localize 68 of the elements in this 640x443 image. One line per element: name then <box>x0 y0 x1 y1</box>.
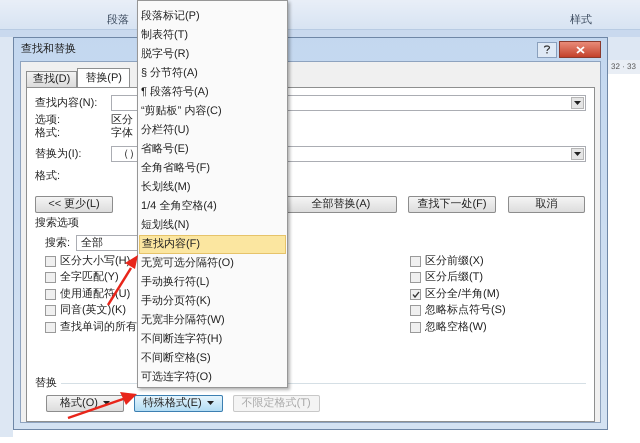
dialog-button[interactable]: << 更少(L) <box>35 196 113 213</box>
checkbox[interactable] <box>45 256 56 267</box>
field-label: 选项: <box>35 115 62 126</box>
section-title: 搜索选项 <box>35 218 79 229</box>
field-label: 替换为(I): <box>35 148 82 160</box>
close-button[interactable] <box>559 41 601 58</box>
menu-item[interactable]: § 分节符(A) <box>139 64 286 83</box>
checkbox-label: 全字匹配(Y) <box>60 272 119 284</box>
window-title: 查找和替换 <box>21 44 76 55</box>
caret-icon <box>206 401 214 405</box>
menu-item[interactable]: 脱字号(R) <box>139 45 286 64</box>
menu-item[interactable]: 全角省略号(F) <box>139 159 286 178</box>
caret-icon <box>574 101 581 105</box>
checkbox-label: 区分全/半角(M) <box>425 288 500 300</box>
menu-item[interactable]: 段落标记(P) <box>139 7 286 26</box>
menu-item[interactable]: 制表符(T) <box>139 26 286 45</box>
checkbox[interactable] <box>410 272 421 284</box>
menu-item[interactable]: 不间断空格(S) <box>139 349 286 368</box>
format-button[interactable]: 特殊格式(E) <box>134 394 223 412</box>
ruler-numbers: 32 · 33 <box>611 63 636 71</box>
help-button[interactable] <box>537 42 557 58</box>
menu-item[interactable]: 分栏符(U) <box>139 121 286 140</box>
dialog-button[interactable]: 取消 <box>508 196 585 213</box>
dialog-button[interactable]: 查找下一处(F) <box>408 196 496 213</box>
menu-item[interactable]: 手动分页符(K) <box>139 292 286 311</box>
checkbox-label: 区分前缀(X) <box>425 256 484 267</box>
ribbon-group-label: 样式 <box>570 15 592 26</box>
menu-item[interactable]: 短划线(N) <box>139 216 286 235</box>
caret-icon <box>574 152 581 156</box>
field-label: 查找内容(N): <box>35 98 98 108</box>
format-button[interactable]: 格式(O) <box>46 394 124 412</box>
checkbox[interactable] <box>45 288 56 300</box>
tab[interactable]: 替换(P) <box>77 68 130 87</box>
caret-icon <box>102 401 110 405</box>
field-label: 格式: <box>35 170 60 182</box>
menu-item[interactable]: 无宽可选分隔符(O) <box>139 254 286 273</box>
checkbox[interactable] <box>410 256 421 267</box>
checkbox[interactable] <box>410 288 421 300</box>
menu-item[interactable]: 1/4 全角空格(4) <box>139 197 286 216</box>
options-value: 区分 <box>111 115 133 126</box>
dialog-button[interactable]: 全部替换(A) <box>285 196 397 213</box>
field-label: 格式: <box>35 128 62 139</box>
checkbox-label: 同音(英文)(K) <box>60 305 126 316</box>
format-value: 字体 <box>111 128 133 139</box>
menu-item[interactable]: 无宽非分隔符(W) <box>139 311 286 330</box>
menu-item[interactable]: 可选连字符(O) <box>139 368 286 387</box>
checkbox[interactable] <box>45 272 56 284</box>
checkbox[interactable] <box>410 322 421 333</box>
ribbon-group-label: 段落 <box>107 15 129 26</box>
menu-item[interactable]: 手动换行符(L) <box>139 273 286 292</box>
menu-item[interactable]: 查找内容(F) <box>139 235 286 254</box>
tab[interactable]: 查找(D) <box>26 71 78 87</box>
menu-item[interactable]: 长划线(M) <box>139 178 286 197</box>
field-label: 搜索: <box>45 238 70 248</box>
close-icon <box>576 46 584 54</box>
check-icon <box>412 290 420 298</box>
checkbox[interactable] <box>45 305 56 316</box>
checkbox-label: 忽略标点符号(S) <box>425 305 506 316</box>
menu-item[interactable]: “剪贴板” 内容(C) <box>139 102 286 121</box>
checkbox-label: 查找单词的所有 <box>60 322 137 333</box>
menu-item[interactable]: 不间断连字符(H) <box>139 330 286 349</box>
checkbox-label: 忽略空格(W) <box>425 322 487 333</box>
menu-item[interactable]: ¶ 段落符号(A) <box>139 83 286 102</box>
checkbox[interactable] <box>410 305 421 316</box>
checkbox[interactable] <box>45 322 56 333</box>
checkbox-label: 区分后缀(T) <box>425 272 484 284</box>
help-icon <box>543 45 551 54</box>
section-title: 替换 <box>35 378 57 388</box>
